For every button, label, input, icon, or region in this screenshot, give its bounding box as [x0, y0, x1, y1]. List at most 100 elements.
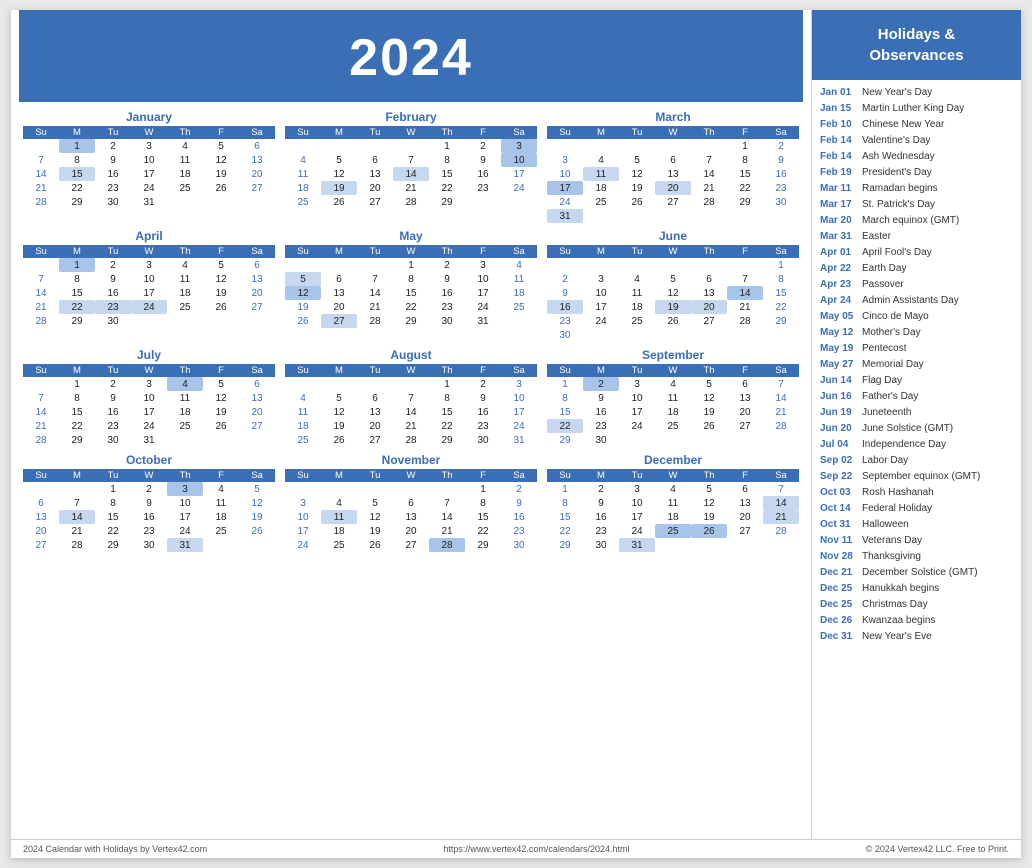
holiday-name: St. Patrick's Day [862, 198, 935, 212]
holiday-name: Valentine's Day [862, 134, 930, 148]
holiday-item: Dec 26Kwanzaa begins [820, 614, 1013, 628]
holiday-date: Mar 31 [820, 230, 862, 244]
holiday-date: May 19 [820, 342, 862, 356]
holiday-date: Feb 14 [820, 150, 862, 164]
holiday-item: Apr 24Admin Assistants Day [820, 294, 1013, 308]
holiday-name: Easter [862, 230, 891, 244]
sidebar: Holidays &Observances Jan 01New Year's D… [811, 10, 1021, 839]
holiday-name: Cinco de Mayo [862, 310, 929, 324]
month-title: December [547, 453, 799, 467]
holiday-item: Apr 22Earth Day [820, 262, 1013, 276]
holiday-item: May 12Mother's Day [820, 326, 1013, 340]
month-title: May [285, 229, 537, 243]
month-december: DecemberSuMTuWThFSa123456789101112131415… [547, 453, 799, 552]
holiday-item: Apr 23Passover [820, 278, 1013, 292]
holiday-date: Oct 14 [820, 502, 862, 516]
holiday-name: Juneteenth [862, 406, 912, 420]
footer-center: https://www.vertex42.com/calendars/2024.… [443, 844, 629, 854]
holiday-name: Federal Holiday [862, 502, 932, 516]
month-january: JanuarySuMTuWThFSa1234567891011121314151… [23, 110, 275, 223]
holiday-name: Memorial Day [862, 358, 924, 372]
month-february: FebruarySuMTuWThFSa123456789101112131415… [285, 110, 537, 223]
month-title: September [547, 348, 799, 362]
month-title: March [547, 110, 799, 124]
holiday-date: Nov 28 [820, 550, 862, 564]
holiday-date: Jun 14 [820, 374, 862, 388]
main-content: 2024 JanuarySuMTuWThFSa12345678910111213… [11, 10, 1021, 839]
month-october: OctoberSuMTuWThFSa1234567891011121314151… [23, 453, 275, 552]
holiday-item: Jan 15Martin Luther King Day [820, 102, 1013, 116]
holiday-date: Oct 03 [820, 486, 862, 500]
holiday-name: December Solstice (GMT) [862, 566, 978, 580]
month-september: SeptemberSuMTuWThFSa12345678910111213141… [547, 348, 799, 447]
month-title: February [285, 110, 537, 124]
holiday-item: Mar 20March equinox (GMT) [820, 214, 1013, 228]
holiday-name: Rosh Hashanah [862, 486, 934, 500]
holiday-item: May 05Cinco de Mayo [820, 310, 1013, 324]
holiday-item: Feb 19President's Day [820, 166, 1013, 180]
holiday-item: Feb 14Ash Wednesday [820, 150, 1013, 164]
holiday-date: Mar 17 [820, 198, 862, 212]
holiday-date: Dec 31 [820, 630, 862, 644]
holiday-name: Thanksgiving [862, 550, 921, 564]
holiday-name: Ash Wednesday [862, 150, 935, 164]
holiday-item: Dec 25Hanukkah begins [820, 582, 1013, 596]
holiday-item: Jun 20June Solstice (GMT) [820, 422, 1013, 436]
holiday-date: Jun 16 [820, 390, 862, 404]
holiday-item: Mar 17St. Patrick's Day [820, 198, 1013, 212]
holiday-name: Passover [862, 278, 904, 292]
holiday-date: Jun 19 [820, 406, 862, 420]
holiday-date: May 27 [820, 358, 862, 372]
holiday-date: Oct 31 [820, 518, 862, 532]
holiday-date: Dec 25 [820, 598, 862, 612]
holiday-name: Veterans Day [862, 534, 922, 548]
holiday-item: Nov 28Thanksgiving [820, 550, 1013, 564]
month-august: AugustSuMTuWThFSa12345678910111213141516… [285, 348, 537, 447]
holiday-date: Feb 10 [820, 118, 862, 132]
holiday-date: May 12 [820, 326, 862, 340]
calendar-section: 2024 JanuarySuMTuWThFSa12345678910111213… [11, 10, 811, 839]
holiday-item: Feb 10Chinese New Year [820, 118, 1013, 132]
holiday-name: Chinese New Year [862, 118, 944, 132]
month-title: October [23, 453, 275, 467]
holiday-item: Jan 01New Year's Day [820, 86, 1013, 100]
holiday-item: Mar 11Ramadan begins [820, 182, 1013, 196]
holiday-item: Apr 01April Fool's Day [820, 246, 1013, 260]
holiday-item: Sep 22September equinox (GMT) [820, 470, 1013, 484]
holiday-date: May 05 [820, 310, 862, 324]
month-title: June [547, 229, 799, 243]
holiday-date: Feb 19 [820, 166, 862, 180]
holiday-date: Jan 01 [820, 86, 862, 100]
holiday-item: Dec 31New Year's Eve [820, 630, 1013, 644]
holiday-item: Oct 31Halloween [820, 518, 1013, 532]
holiday-date: Sep 02 [820, 454, 862, 468]
holiday-item: Dec 21December Solstice (GMT) [820, 566, 1013, 580]
holiday-name: President's Day [862, 166, 932, 180]
month-june: JuneSuMTuWThFSa1234567891011121314151617… [547, 229, 799, 342]
sidebar-header: Holidays &Observances [812, 10, 1021, 80]
holiday-date: Sep 22 [820, 470, 862, 484]
footer: 2024 Calendar with Holidays by Vertex42.… [11, 839, 1021, 858]
holiday-name: April Fool's Day [862, 246, 932, 260]
holiday-item: Mar 31Easter [820, 230, 1013, 244]
holiday-item: Jul 04Independence Day [820, 438, 1013, 452]
holiday-name: Labor Day [862, 454, 908, 468]
holiday-date: Apr 23 [820, 278, 862, 292]
holiday-date: Apr 24 [820, 294, 862, 308]
holiday-date: Dec 25 [820, 582, 862, 596]
holiday-date: Nov 11 [820, 534, 862, 548]
month-title: November [285, 453, 537, 467]
holiday-name: Admin Assistants Day [862, 294, 959, 308]
holiday-date: Dec 21 [820, 566, 862, 580]
holiday-name: Earth Day [862, 262, 906, 276]
holiday-item: May 19Pentecost [820, 342, 1013, 356]
holiday-name: September equinox (GMT) [862, 470, 980, 484]
month-title: January [23, 110, 275, 124]
month-title: April [23, 229, 275, 243]
holiday-name: Independence Day [862, 438, 946, 452]
holiday-name: Christmas Day [862, 598, 928, 612]
month-march: MarchSuMTuWThFSa123456789101112131415161… [547, 110, 799, 223]
holiday-date: Jun 20 [820, 422, 862, 436]
holiday-item: May 27Memorial Day [820, 358, 1013, 372]
holiday-date: Apr 01 [820, 246, 862, 260]
